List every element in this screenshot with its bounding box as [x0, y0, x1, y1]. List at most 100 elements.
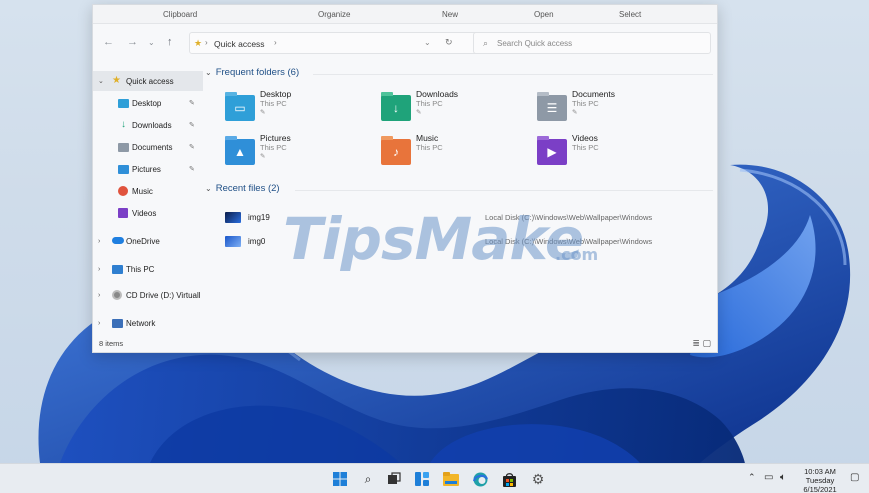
edge-browser-icon[interactable] — [472, 471, 488, 487]
recent-files-header[interactable]: ⌄ Recent files (2) — [205, 183, 280, 194]
folder-name: Documents — [572, 89, 615, 99]
item-count: 8 items — [99, 339, 124, 348]
pictures-folder-icon: ▲ — [225, 136, 255, 165]
videos-icon — [118, 208, 128, 218]
ribbon-group-open[interactable]: Open — [534, 10, 554, 19]
folder-name: Downloads — [416, 89, 459, 99]
ribbon: Clipboard Organize New Open Select — [93, 5, 717, 24]
status-bar: 8 items ≣ ▢ — [93, 335, 717, 353]
details-view-icon[interactable]: ≣ — [692, 338, 700, 348]
music-folder-icon: ♪ — [381, 136, 411, 165]
folder-location: This PC — [416, 143, 443, 152]
folder-location: This PC — [572, 143, 599, 152]
disc-icon — [112, 290, 122, 300]
address-dropdown-icon[interactable]: ⌄ — [424, 38, 431, 47]
section-title: Frequent folders (6) — [215, 67, 300, 78]
address-bar: ← → ⌄ ↑ ★ › Quick access › ⌄ ↻ ⌕ Search … — [93, 25, 717, 61]
folder-tile-downloads[interactable]: ↓ Downloads This PC ✎ — [381, 89, 521, 129]
widgets-icon[interactable] — [414, 471, 430, 487]
nav-label: Documents — [132, 142, 173, 152]
nav-item-documents[interactable]: Documents ✎ — [93, 137, 203, 157]
nav-item-onedrive[interactable]: › OneDrive — [93, 231, 203, 251]
nav-label: OneDrive — [126, 236, 160, 246]
show-hidden-icons-chevron-icon[interactable]: ⌃ — [748, 472, 756, 483]
star-icon: ★ — [112, 75, 121, 86]
chevron-down-icon[interactable]: ⌄ — [98, 77, 104, 85]
refresh-icon[interactable]: ↻ — [445, 37, 453, 48]
folder-tile-documents[interactable]: ☰ Documents This PC ✎ — [537, 89, 677, 129]
nav-label: Quick access — [126, 76, 174, 86]
task-view-icon[interactable] — [386, 471, 402, 487]
image-thumbnail-icon — [225, 236, 241, 247]
folder-name: Videos — [572, 133, 598, 143]
frequent-folders-header[interactable]: ⌄ Frequent folders (6) — [205, 67, 299, 78]
breadcrumb-chevron-icon[interactable]: › — [274, 38, 277, 47]
clock-time: 10:03 AM — [804, 467, 836, 476]
folder-location: This PC — [260, 99, 287, 108]
ribbon-group-clipboard[interactable]: Clipboard — [163, 10, 197, 19]
breadcrumb-quick-access[interactable]: Quick access — [214, 39, 265, 49]
forward-arrow-icon[interactable]: → — [127, 37, 138, 48]
search-field[interactable]: ⌕ Search Quick access — [473, 32, 711, 54]
ribbon-group-select[interactable]: Select — [619, 10, 641, 19]
folder-name: Desktop — [260, 89, 292, 99]
tiles-view-icon[interactable]: ▢ — [702, 338, 711, 348]
pin-icon: ✎ — [189, 166, 195, 173]
desktop-folder-icon: ▭ — [225, 92, 255, 121]
nav-item-this-pc[interactable]: › This PC — [93, 259, 203, 279]
chevron-down-icon: ⌄ — [205, 68, 212, 77]
network-tray-icon[interactable]: ▭ — [764, 472, 773, 483]
nav-item-videos[interactable]: Videos — [93, 203, 203, 223]
clock-day: Tuesday — [805, 476, 835, 485]
store-icon[interactable] — [501, 471, 517, 487]
search-icon: ⌕ — [483, 38, 489, 48]
folder-tile-videos[interactable]: ▶ Videos This PC — [537, 133, 677, 173]
volume-icon[interactable]: 🔈︎ — [780, 472, 786, 483]
back-arrow-icon[interactable]: ← — [103, 37, 114, 48]
clock[interactable]: 10:03 AM Tuesday 6/15/2021 — [798, 467, 842, 493]
folder-location: This PC — [260, 143, 287, 152]
nav-item-network[interactable]: › Network — [93, 313, 203, 333]
videos-folder-icon: ▶ — [537, 136, 567, 165]
file-name: img0 — [248, 237, 266, 246]
nav-item-downloads[interactable]: ↓ Downloads ✎ — [93, 115, 203, 135]
nav-label: This PC — [126, 264, 155, 274]
music-icon — [118, 186, 128, 196]
chevron-right-icon[interactable]: › — [98, 292, 100, 299]
chevron-right-icon[interactable]: › — [98, 238, 100, 245]
recent-locations-chevron-icon[interactable]: ⌄ — [148, 37, 155, 48]
nav-label: Desktop — [132, 98, 162, 108]
file-explorer-icon[interactable] — [443, 471, 459, 487]
documents-icon — [118, 143, 129, 152]
up-arrow-icon[interactable]: ↑ — [167, 37, 173, 48]
chevron-right-icon[interactable]: › — [98, 320, 100, 327]
divider — [295, 190, 713, 191]
pin-icon: ✎ — [189, 144, 195, 151]
notifications-icon[interactable]: ▢ — [850, 472, 859, 483]
nav-item-cd-drive[interactable]: › CD Drive (D:) Virtuall — [93, 285, 203, 305]
ribbon-group-organize[interactable]: Organize — [318, 10, 350, 19]
nav-label: Pictures — [132, 164, 161, 174]
start-icon[interactable] — [332, 471, 348, 487]
nav-item-music[interactable]: Music — [93, 181, 203, 201]
nav-label: Music — [132, 186, 153, 196]
network-icon — [112, 319, 123, 328]
nav-item-quick-access[interactable]: ⌄ ★ Quick access — [93, 71, 203, 91]
nav-item-pictures[interactable]: Pictures ✎ — [93, 159, 203, 179]
settings-gear-icon[interactable]: ⚙ — [530, 471, 546, 487]
chevron-right-icon[interactable]: › — [98, 266, 100, 273]
folder-tile-music[interactable]: ♪ Music This PC — [381, 133, 521, 173]
recent-file-row[interactable]: img19 Local Disk (C:)\Windows\Web\Wallpa… — [203, 207, 717, 227]
image-thumbnail-icon — [225, 212, 241, 223]
nav-label: Videos — [132, 208, 157, 218]
computer-icon — [112, 265, 123, 274]
documents-folder-icon: ☰ — [537, 92, 567, 121]
recent-file-row[interactable]: img0 Local Disk (C:)\Windows\Web\Wallpap… — [203, 231, 717, 251]
folder-name: Music — [416, 133, 439, 143]
ribbon-group-new[interactable]: New — [442, 10, 458, 19]
folder-tile-pictures[interactable]: ▲ Pictures This PC ✎ — [225, 133, 365, 173]
folder-tile-desktop[interactable]: ▭ Desktop This PC ✎ — [225, 89, 365, 129]
nav-label: Downloads — [132, 120, 172, 130]
nav-item-desktop[interactable]: Desktop ✎ — [93, 93, 203, 113]
search-icon[interactable]: ⌕ — [360, 471, 376, 487]
